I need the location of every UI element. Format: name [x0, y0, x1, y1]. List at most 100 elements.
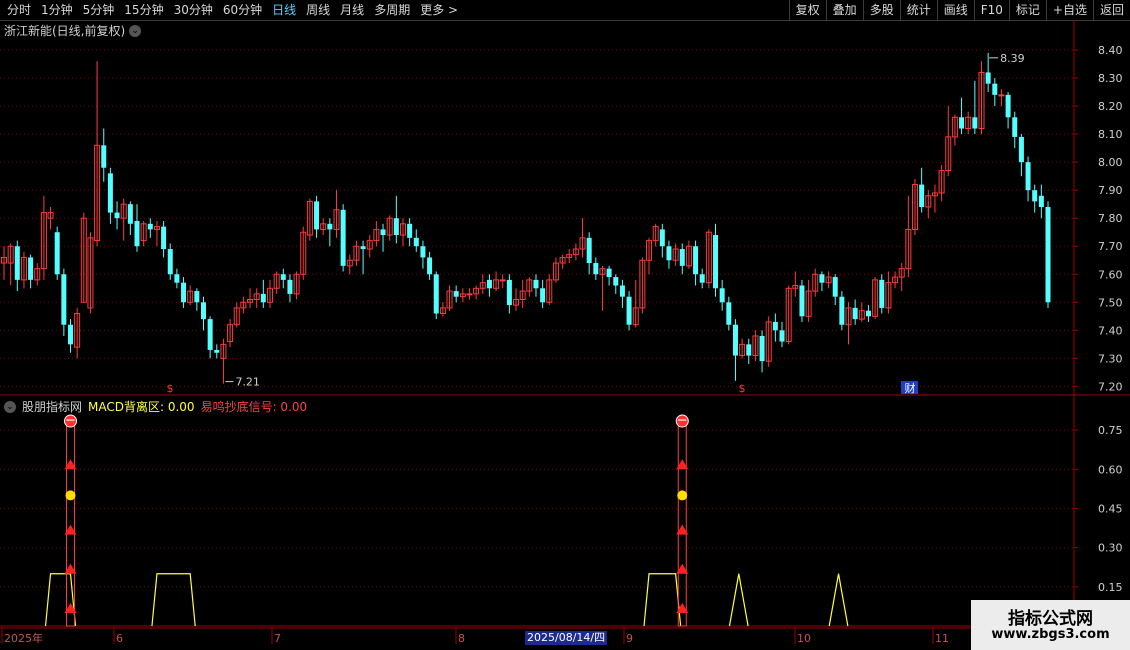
candle-body — [499, 279, 506, 282]
candle-body — [433, 274, 439, 314]
candle-body — [1012, 117, 1018, 137]
candle-body — [819, 274, 825, 283]
indicator-tick-label: 0.75 — [1098, 424, 1123, 437]
candle-body — [340, 209, 346, 266]
candle-body — [207, 319, 213, 350]
date-label: 6 — [116, 632, 123, 645]
candle-body — [613, 277, 619, 286]
candle-body — [919, 184, 925, 207]
date-label: 11 — [935, 632, 949, 645]
macd-divergence-zone — [728, 573, 749, 627]
price-tick-label: 7.40 — [1098, 324, 1123, 337]
stock-chart[interactable]: 8.40 8.30 8.20 8.10 8.00 7.90 7.80 7.70 7.60 7.50… — [0, 0, 1130, 650]
candle-body — [200, 302, 206, 320]
candle-body — [161, 226, 167, 250]
macd-divergence-zone — [44, 573, 77, 627]
price-tick-label: 7.60 — [1098, 268, 1123, 281]
candle-body — [214, 349, 220, 353]
price-tick-label: 7.70 — [1098, 240, 1123, 253]
price-tick-label: 7.50 — [1098, 296, 1123, 309]
candle-body — [181, 282, 187, 303]
candle-body — [194, 291, 200, 303]
date-label: 9 — [626, 632, 633, 645]
candle-body — [114, 212, 120, 219]
dividend-marker: $ — [739, 382, 746, 395]
candle-body — [28, 257, 34, 280]
candle-body — [540, 288, 546, 303]
indicator-tick-label: 0.30 — [1098, 542, 1123, 555]
candle-body — [606, 268, 612, 278]
macd-divergence-zone — [643, 573, 682, 627]
selected-date: 2025/08/14/四 — [525, 631, 608, 645]
candle-body — [61, 274, 67, 325]
candle-body — [832, 277, 838, 297]
price-tick-label: 8.20 — [1098, 100, 1123, 113]
candle-body — [14, 246, 20, 280]
date-label: 2025年 — [4, 631, 43, 645]
date-label: 10 — [797, 632, 811, 645]
candle-body — [992, 83, 998, 95]
low-label: 7.21 — [235, 376, 260, 389]
candle-body — [619, 285, 625, 297]
candle-body — [713, 235, 719, 289]
candle-body — [413, 237, 419, 247]
candle-body — [67, 324, 73, 345]
candle-body — [486, 279, 492, 289]
dividend-marker: $ — [167, 382, 174, 395]
date-label: 8 — [458, 632, 465, 645]
candle-body — [998, 94, 1005, 97]
candle-body — [852, 307, 858, 320]
candle-body — [1032, 190, 1038, 202]
candle-body — [699, 274, 705, 283]
signal-ball — [675, 414, 689, 428]
candle-body — [719, 288, 725, 303]
price-tick-label: 7.90 — [1098, 184, 1123, 197]
candle-body — [586, 237, 592, 264]
candle-body — [466, 293, 473, 296]
candle-body — [972, 117, 978, 129]
candle-body — [506, 279, 512, 306]
candle-body — [839, 296, 845, 325]
indicator-tick-label: 0.15 — [1098, 581, 1123, 594]
candle-body — [1018, 136, 1024, 163]
candle-body — [174, 274, 180, 283]
candle-body — [533, 279, 539, 289]
high-label: 8.39 — [1000, 52, 1024, 65]
candle-body — [134, 221, 140, 247]
candle-body — [799, 285, 805, 317]
candle-body — [593, 263, 599, 275]
candle-body — [167, 249, 173, 275]
price-tick-label: 7.30 — [1098, 352, 1123, 365]
candle-body — [147, 223, 153, 230]
price-tick-label: 8.30 — [1098, 72, 1123, 85]
signal-ball — [63, 414, 77, 428]
candle-body — [959, 117, 965, 129]
candle-body — [54, 232, 60, 275]
price-tick-label: 7.20 — [1098, 380, 1123, 393]
candle-body — [107, 173, 113, 213]
candle-body — [726, 302, 732, 325]
indicator-tick-label: 0.45 — [1098, 502, 1123, 515]
candle-body — [659, 229, 665, 247]
candle-body — [865, 310, 871, 317]
candle-body — [453, 291, 459, 297]
price-tick-label: 8.10 — [1098, 128, 1123, 141]
candle-body — [732, 324, 738, 356]
finance-marker: 财 — [905, 381, 916, 395]
candle-body — [772, 321, 778, 331]
candle-body — [985, 72, 991, 84]
candle-body — [380, 229, 386, 236]
date-label: 7 — [274, 632, 281, 645]
candle-body — [427, 257, 433, 275]
candle-body — [127, 204, 133, 224]
candle-body — [287, 279, 293, 294]
candle-body — [280, 274, 286, 280]
macd-divergence-zone — [828, 573, 849, 627]
candle-body — [879, 279, 885, 308]
candle-body — [1038, 195, 1044, 207]
watermark-title: 指标公式网 — [1008, 609, 1093, 629]
candle-body — [626, 296, 632, 325]
macd-divergence-zone — [151, 573, 196, 627]
candle-body — [746, 344, 752, 356]
candle-body — [679, 249, 685, 266]
